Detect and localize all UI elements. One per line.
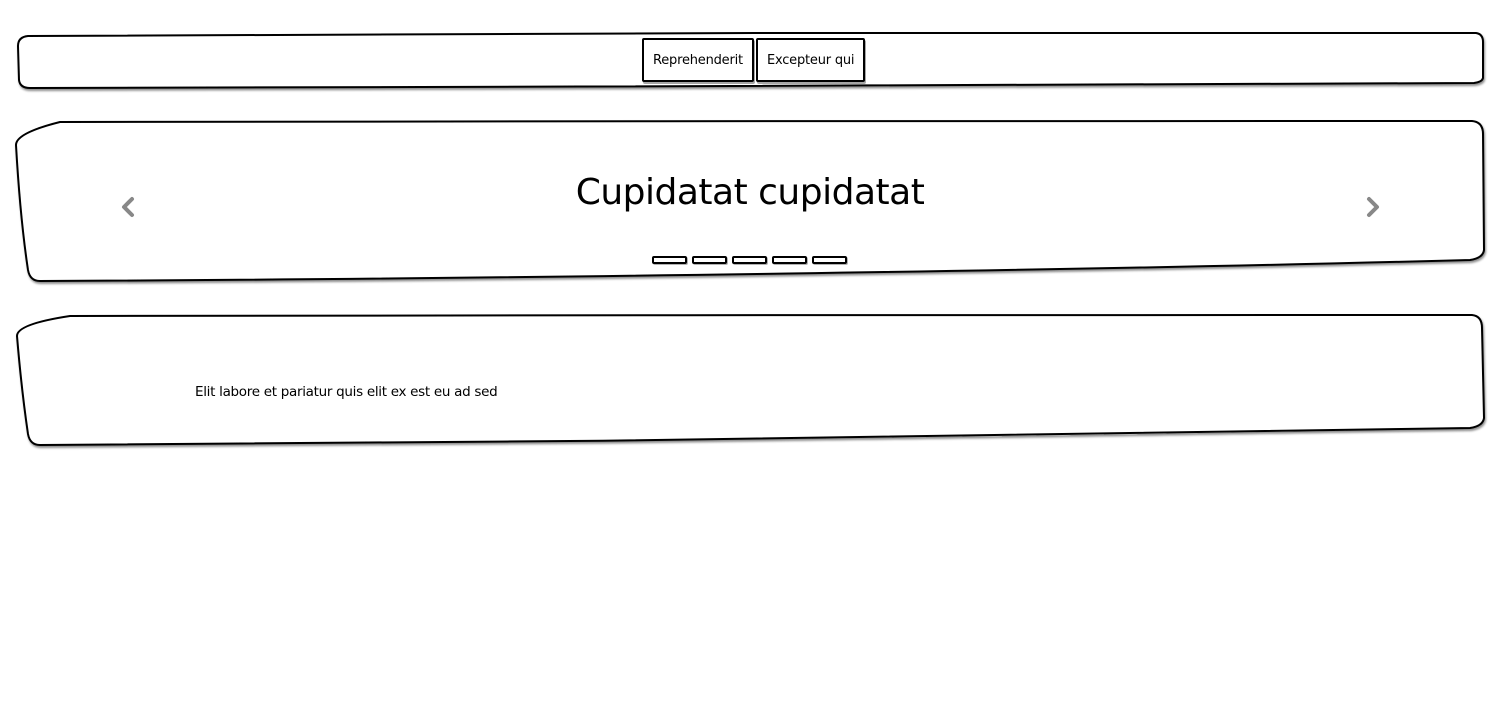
- nav-button-excepteur-qui[interactable]: Excepteur qui: [755, 38, 866, 82]
- content-text: Elit labore et pariatur quis elit ex est…: [195, 384, 498, 400]
- carousel-indicator-4[interactable]: [772, 256, 807, 264]
- content-card: [16, 312, 1486, 448]
- carousel-indicator-2[interactable]: [692, 256, 727, 264]
- nav-button-reprehenderit[interactable]: Reprehenderit: [642, 38, 754, 82]
- carousel-indicator-1[interactable]: [652, 256, 687, 264]
- page: Reprehenderit Excepteur qui Cupidatat cu…: [0, 0, 1500, 720]
- carousel-indicators: [652, 256, 847, 264]
- chevron-right-icon: [1367, 197, 1379, 217]
- carousel-indicator-5[interactable]: [812, 256, 847, 264]
- carousel-title: Cupidatat cupidatat: [575, 172, 925, 213]
- carousel-next-button[interactable]: [1359, 192, 1387, 222]
- nav-button-group: Reprehenderit Excepteur qui: [642, 38, 866, 82]
- carousel-indicator-3[interactable]: [732, 256, 767, 264]
